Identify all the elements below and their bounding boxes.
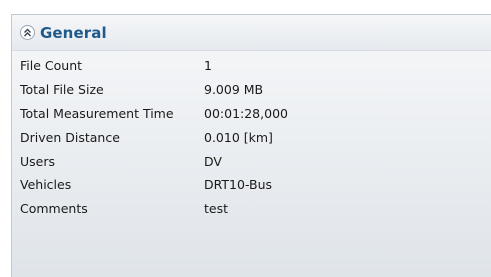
- property-row-total-measurement-time: Total Measurement Time 00:01:28,000: [12, 102, 491, 126]
- property-row-driven-distance: Driven Distance 0.010 [km]: [12, 125, 491, 149]
- property-row-comments: Comments test: [12, 197, 491, 221]
- window: General File Count 1 Total File Size 9.0…: [0, 0, 491, 277]
- property-value: 1: [204, 58, 212, 74]
- chevron-double-up-icon[interactable]: [20, 25, 35, 40]
- property-label: Total Measurement Time: [20, 105, 174, 121]
- panel-title: General: [40, 23, 107, 42]
- property-label: Total File Size: [20, 82, 104, 98]
- property-label: File Count: [20, 58, 83, 74]
- panel-body: File Count 1 Total File Size 9.009 MB To…: [12, 51, 491, 277]
- property-value: 0.010 [km]: [204, 129, 273, 145]
- property-row-file-count: File Count 1: [12, 54, 491, 78]
- property-label: Comments: [20, 201, 88, 217]
- property-value: DRT10-Bus: [204, 177, 273, 193]
- property-label: Vehicles: [20, 177, 72, 193]
- property-label: Driven Distance: [20, 129, 120, 145]
- property-value: test: [204, 201, 229, 217]
- property-value: DV: [204, 153, 222, 169]
- property-row-vehicles: Vehicles DRT10-Bus: [12, 173, 491, 197]
- panel-header[interactable]: General: [12, 15, 491, 51]
- property-row-users: Users DV: [12, 149, 491, 173]
- property-label: Users: [20, 153, 56, 169]
- property-value: 00:01:28,000: [204, 105, 288, 121]
- property-value: 9.009 MB: [204, 82, 264, 98]
- property-row-total-file-size: Total File Size 9.009 MB: [12, 78, 491, 102]
- general-panel: General File Count 1 Total File Size 9.0…: [11, 14, 491, 277]
